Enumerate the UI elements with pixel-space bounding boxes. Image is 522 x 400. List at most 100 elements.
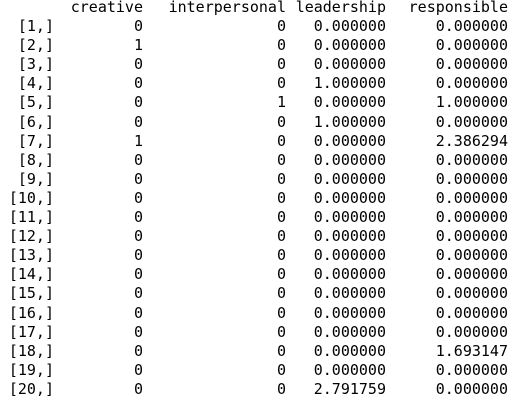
cell-responsible: 0.000000	[435, 303, 508, 322]
cell-leadership: 0.000000	[313, 188, 386, 207]
row-index: [16,]	[8, 303, 54, 322]
cell-responsible: 0.000000	[435, 284, 508, 303]
table-row: [1,] 0 0 0.000000 0.000000	[0, 17, 508, 36]
cell-leadership: 0.000000	[313, 284, 386, 303]
cell-leadership: 0.000000	[313, 150, 386, 169]
cell-interpersonal: 0	[276, 265, 286, 284]
cell-interpersonal: 0	[276, 303, 286, 322]
cell-creative: 0	[133, 208, 143, 227]
row-index: [18,]	[8, 341, 54, 360]
cell-creative: 0	[133, 169, 143, 188]
table-row: [17,] 0 0 0.000000 0.000000	[0, 323, 508, 342]
header-row: creative interpersonal leadership respon…	[0, 0, 508, 17]
cell-interpersonal: 0	[276, 284, 286, 303]
column-header: responsible	[408, 0, 508, 16]
cell-responsible: 0.000000	[435, 112, 508, 131]
cell-interpersonal: 0	[276, 341, 286, 360]
cell-responsible: 0.000000	[435, 36, 508, 55]
column-header: creative	[70, 0, 143, 16]
cell-creative: 0	[133, 150, 143, 169]
row-index: [2,]	[17, 36, 54, 55]
column-header: leadership	[295, 0, 386, 16]
cell-responsible: 0.000000	[435, 208, 508, 227]
row-index: [11,]	[8, 208, 54, 227]
cell-leadership: 0.000000	[313, 227, 386, 246]
row-index: [1,]	[17, 17, 54, 36]
cell-leadership: 0.000000	[313, 93, 386, 112]
cell-responsible: 0.000000	[435, 17, 508, 36]
cell-creative: 0	[133, 112, 143, 131]
cell-responsible: 2.386294	[435, 131, 508, 150]
cell-creative: 0	[133, 379, 143, 398]
row-index: [5,]	[17, 93, 54, 112]
cell-interpersonal: 0	[276, 246, 286, 265]
cell-leadership: 0.000000	[313, 322, 386, 341]
cell-interpersonal: 0	[276, 17, 286, 36]
cell-responsible: 0.000000	[435, 55, 508, 74]
row-index: [19,]	[8, 360, 54, 379]
cell-interpersonal: 0	[276, 169, 286, 188]
cell-creative: 0	[133, 284, 143, 303]
row-index: [9,]	[17, 169, 54, 188]
row-index: [8,]	[17, 150, 54, 169]
table-row: [14,] 0 0 0.000000 0.000000	[0, 265, 508, 284]
cell-interpersonal: 0	[276, 360, 286, 379]
matrix-table: creative interpersonal leadership respon…	[0, 0, 508, 399]
row-index: [13,]	[8, 246, 54, 265]
table-row: [10,] 0 0 0.000000 0.000000	[0, 189, 508, 208]
cell-leadership: 0.000000	[313, 246, 386, 265]
cell-responsible: 0.000000	[435, 227, 508, 246]
column-header: interpersonal	[168, 0, 286, 16]
cell-interpersonal: 0	[276, 112, 286, 131]
row-index: [6,]	[17, 112, 54, 131]
row-index: [14,]	[8, 265, 54, 284]
cell-interpersonal: 0	[276, 227, 286, 246]
cell-interpersonal: 0	[276, 74, 286, 93]
column-header	[0, 0, 54, 17]
cell-leadership: 0.000000	[313, 131, 386, 150]
row-index: [3,]	[17, 55, 54, 74]
cell-interpersonal: 0	[276, 379, 286, 398]
cell-responsible: 0.000000	[435, 74, 508, 93]
table-row: [9,] 0 0 0.000000 0.000000	[0, 170, 508, 189]
cell-leadership: 2.791759	[313, 379, 386, 398]
cell-leadership: 0.000000	[313, 208, 386, 227]
row-index: [17,]	[8, 322, 54, 341]
cell-responsible: 0.000000	[435, 379, 508, 398]
table-row: [8,] 0 0 0.000000 0.000000	[0, 151, 508, 170]
cell-interpersonal: 0	[276, 150, 286, 169]
cell-leadership: 0.000000	[313, 36, 386, 55]
cell-interpersonal: 0	[276, 188, 286, 207]
cell-interpersonal: 0	[276, 322, 286, 341]
cell-creative: 0	[133, 93, 143, 112]
cell-creative: 0	[133, 322, 143, 341]
table-row: [4,] 0 0 1.000000 0.000000	[0, 74, 508, 93]
cell-creative: 1	[133, 131, 143, 150]
cell-creative: 0	[133, 188, 143, 207]
table-row: [19,] 0 0 0.000000 0.000000	[0, 361, 508, 380]
cell-creative: 0	[133, 55, 143, 74]
row-index: [10,]	[8, 188, 54, 207]
cell-creative: 0	[133, 341, 143, 360]
row-index: [12,]	[8, 227, 54, 246]
cell-responsible: 1.000000	[435, 93, 508, 112]
cell-leadership: 0.000000	[313, 265, 386, 284]
cell-responsible: 0.000000	[435, 265, 508, 284]
cell-creative: 0	[133, 17, 143, 36]
cell-responsible: 0.000000	[435, 360, 508, 379]
cell-leadership: 0.000000	[313, 303, 386, 322]
cell-interpersonal: 0	[276, 36, 286, 55]
table-row: [6,] 0 0 1.000000 0.000000	[0, 113, 508, 132]
cell-leadership: 1.000000	[313, 74, 386, 93]
cell-leadership: 0.000000	[313, 169, 386, 188]
cell-interpersonal: 0	[276, 131, 286, 150]
cell-leadership: 1.000000	[313, 112, 386, 131]
row-index: [15,]	[8, 284, 54, 303]
matrix-body: [1,] 0 0 0.000000 0.000000 [2,] 1 0 0.000000 0.00…	[0, 17, 508, 399]
cell-interpersonal: 0	[276, 55, 286, 74]
cell-leadership: 0.000000	[313, 341, 386, 360]
cell-responsible: 0.000000	[435, 169, 508, 188]
cell-creative: 0	[133, 227, 143, 246]
cell-creative: 0	[133, 74, 143, 93]
cell-responsible: 1.693147	[435, 341, 508, 360]
